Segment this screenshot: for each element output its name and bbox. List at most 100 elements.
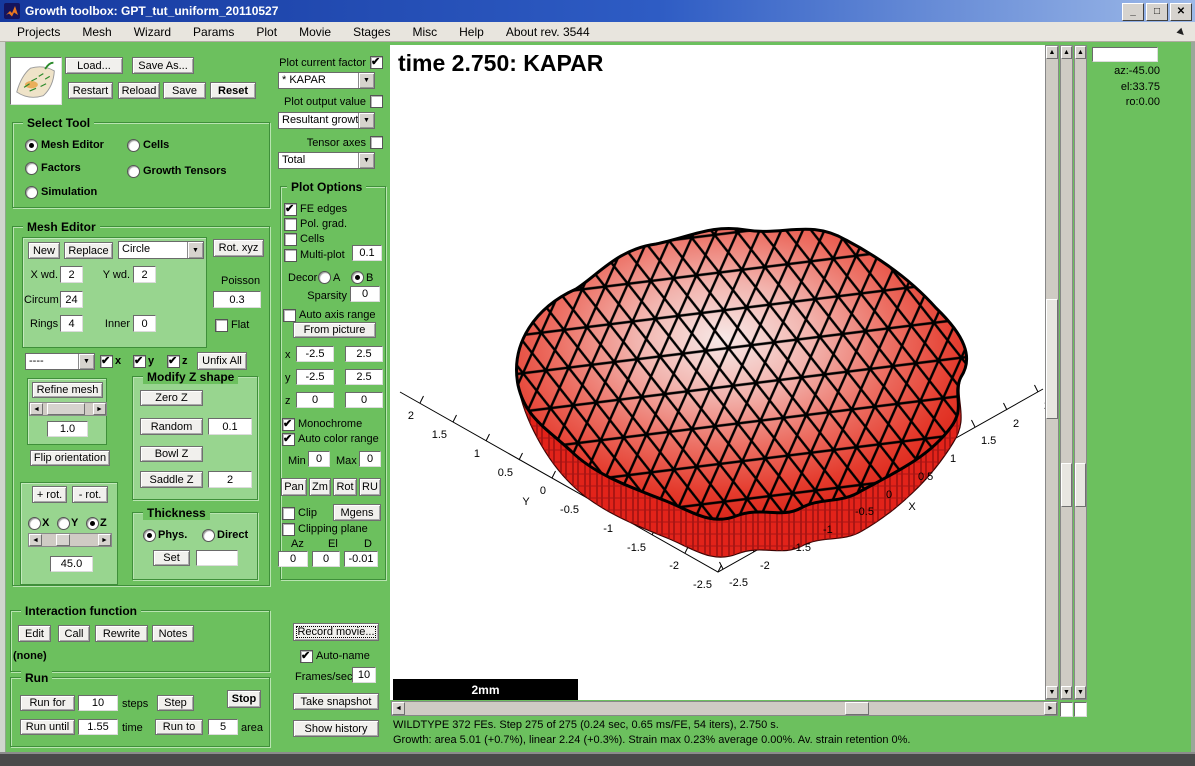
bowl-z-button[interactable]: Bowl Z: [140, 446, 203, 462]
auto-color-range-checkbox[interactable]: [282, 433, 295, 446]
fix-x-checkbox[interactable]: [100, 355, 113, 368]
plot-3d-view[interactable]: -2.5 -2 -1.5 -1 -0.5 0 0.5 1 1.5 2 2.5 2…: [390, 45, 1045, 700]
thickness-value-field[interactable]: [196, 550, 238, 566]
run-until-time-field[interactable]: 1.55: [78, 719, 118, 735]
saddle-z-field[interactable]: 2: [208, 471, 252, 488]
output-dropdown[interactable]: Resultant growth... ▼: [278, 112, 375, 129]
thickness-set-button[interactable]: Set: [153, 550, 190, 566]
plot-vertical-scrollbar[interactable]: ▲ ▼: [1045, 45, 1059, 700]
dropdown-arrow-icon[interactable]: ▼: [358, 153, 374, 168]
slider-up-arrow-icon[interactable]: ▲: [1075, 46, 1086, 59]
refine-slider[interactable]: ◄ ►: [29, 402, 107, 416]
min-field[interactable]: 0: [308, 451, 330, 467]
dropdown-arrow-icon[interactable]: ▼: [358, 113, 374, 128]
menu-plot[interactable]: Plot: [245, 25, 288, 39]
rings-field[interactable]: 4: [60, 315, 83, 332]
azimuth-mini-field[interactable]: [1060, 702, 1073, 717]
horizontal-scrollbar-thumb[interactable]: [845, 702, 869, 715]
monochrome-checkbox[interactable]: [282, 418, 295, 431]
fix-y-checkbox[interactable]: [133, 355, 146, 368]
from-picture-button[interactable]: From picture: [293, 322, 376, 338]
random-z-field[interactable]: 0.1: [208, 418, 252, 435]
elevation-slider-thumb[interactable]: [1075, 463, 1086, 507]
mgens-button[interactable]: Mgens: [333, 504, 381, 521]
circum-field[interactable]: 24: [60, 291, 83, 308]
auto-axis-range-checkbox[interactable]: [283, 309, 296, 322]
poisson-field[interactable]: 0.3: [213, 291, 261, 308]
tensor-dropdown[interactable]: Total ▼: [278, 152, 375, 169]
save-button[interactable]: Save: [163, 82, 206, 99]
step-button[interactable]: Step: [157, 695, 194, 711]
scrollbar-right-arrow-icon[interactable]: ►: [1044, 702, 1057, 715]
plot-output-value-checkbox[interactable]: [370, 95, 383, 108]
menu-movie[interactable]: Movie: [288, 25, 342, 39]
menu-stages[interactable]: Stages: [342, 25, 401, 39]
factor-dropdown[interactable]: * KAPAR ▼: [278, 72, 375, 89]
new-mesh-button[interactable]: New: [28, 242, 60, 259]
clip-checkbox[interactable]: [282, 507, 295, 520]
menu-params[interactable]: Params: [182, 25, 245, 39]
decor-a-radio[interactable]: [318, 271, 331, 284]
mesh-shape-dropdown[interactable]: Circle ▼: [118, 241, 204, 259]
rewrite-button[interactable]: Rewrite: [95, 625, 148, 642]
notes-button[interactable]: Notes: [152, 625, 194, 642]
run-until-button[interactable]: Run until: [20, 719, 75, 735]
record-movie-button[interactable]: Record movie...: [293, 623, 379, 641]
load-button[interactable]: Load...: [65, 57, 123, 74]
reload-button[interactable]: Reload: [118, 82, 160, 99]
mesh-editor-radio[interactable]: [25, 139, 38, 152]
rotate-up-button[interactable]: RU: [359, 478, 381, 496]
slider-right-arrow-icon[interactable]: ►: [93, 403, 106, 415]
slider-down-arrow-icon[interactable]: ▼: [1061, 686, 1072, 699]
y-max-field[interactable]: 2.5: [345, 369, 383, 385]
x-max-field[interactable]: 2.5: [345, 346, 383, 362]
call-button[interactable]: Call: [58, 625, 90, 642]
edit-button[interactable]: Edit: [18, 625, 51, 642]
y-min-field[interactable]: -2.5: [296, 369, 334, 385]
zoom-button[interactable]: Zm: [309, 478, 331, 496]
sparsity-field[interactable]: 0: [350, 286, 380, 302]
refine-mesh-button[interactable]: Refine mesh: [32, 382, 103, 398]
fe-edges-checkbox[interactable]: [284, 203, 297, 216]
scrollbar-left-arrow-icon[interactable]: ◄: [392, 702, 405, 715]
elevation-mini-field[interactable]: [1074, 702, 1087, 717]
simulation-radio[interactable]: [25, 186, 38, 199]
max-field[interactable]: 0: [359, 451, 381, 467]
clip-az-field[interactable]: 0: [278, 551, 308, 567]
dropdown-arrow-icon[interactable]: ▼: [78, 354, 94, 369]
pol-grad-checkbox[interactable]: [284, 218, 297, 231]
view-edit-field[interactable]: [1092, 47, 1158, 62]
rotate-axis-y-radio[interactable]: [57, 517, 70, 530]
restart-button[interactable]: Restart: [68, 82, 113, 99]
rotate-slider-thumb[interactable]: [56, 534, 70, 546]
fix-dropdown[interactable]: ---- ▼: [25, 353, 95, 370]
close-button[interactable]: ✕: [1170, 3, 1192, 21]
plot-canvas[interactable]: -2.5 -2 -1.5 -1 -0.5 0 0.5 1 1.5 2 2.5 2…: [390, 45, 1045, 700]
slider-down-arrow-icon[interactable]: ▼: [1075, 686, 1086, 699]
menu-projects[interactable]: Projects: [6, 25, 71, 39]
plot-horizontal-scrollbar[interactable]: ◄ ►: [391, 701, 1058, 716]
growth-tensors-radio[interactable]: [127, 165, 140, 178]
stop-button[interactable]: Stop: [227, 690, 261, 708]
clipping-plane-checkbox[interactable]: [282, 523, 295, 536]
factors-radio[interactable]: [25, 162, 38, 175]
multi-plot-field[interactable]: 0.1: [352, 245, 382, 261]
rotate-angle-field[interactable]: 45.0: [50, 556, 93, 572]
inner-field[interactable]: 0: [133, 315, 156, 332]
rotate-axis-z-radio[interactable]: [86, 517, 99, 530]
rotate-button[interactable]: Rot: [333, 478, 357, 496]
reset-button[interactable]: Reset: [210, 82, 256, 99]
refine-slider-thumb[interactable]: [47, 403, 85, 415]
menu-help[interactable]: Help: [448, 25, 495, 39]
cells-radio[interactable]: [127, 139, 140, 152]
menu-mesh[interactable]: Mesh: [71, 25, 122, 39]
rotate-angle-slider[interactable]: ◄ ►: [28, 533, 112, 547]
auto-name-checkbox[interactable]: [300, 650, 313, 663]
flat-checkbox[interactable]: [215, 319, 228, 332]
z-min-field[interactable]: 0: [296, 392, 334, 408]
maximize-button[interactable]: □: [1146, 3, 1168, 21]
clip-d-field[interactable]: -0.01: [344, 551, 378, 567]
refine-value-field[interactable]: 1.0: [47, 421, 88, 437]
elevation-slider[interactable]: ▲ ▼: [1074, 45, 1087, 700]
z-max-field[interactable]: 0: [345, 392, 383, 408]
